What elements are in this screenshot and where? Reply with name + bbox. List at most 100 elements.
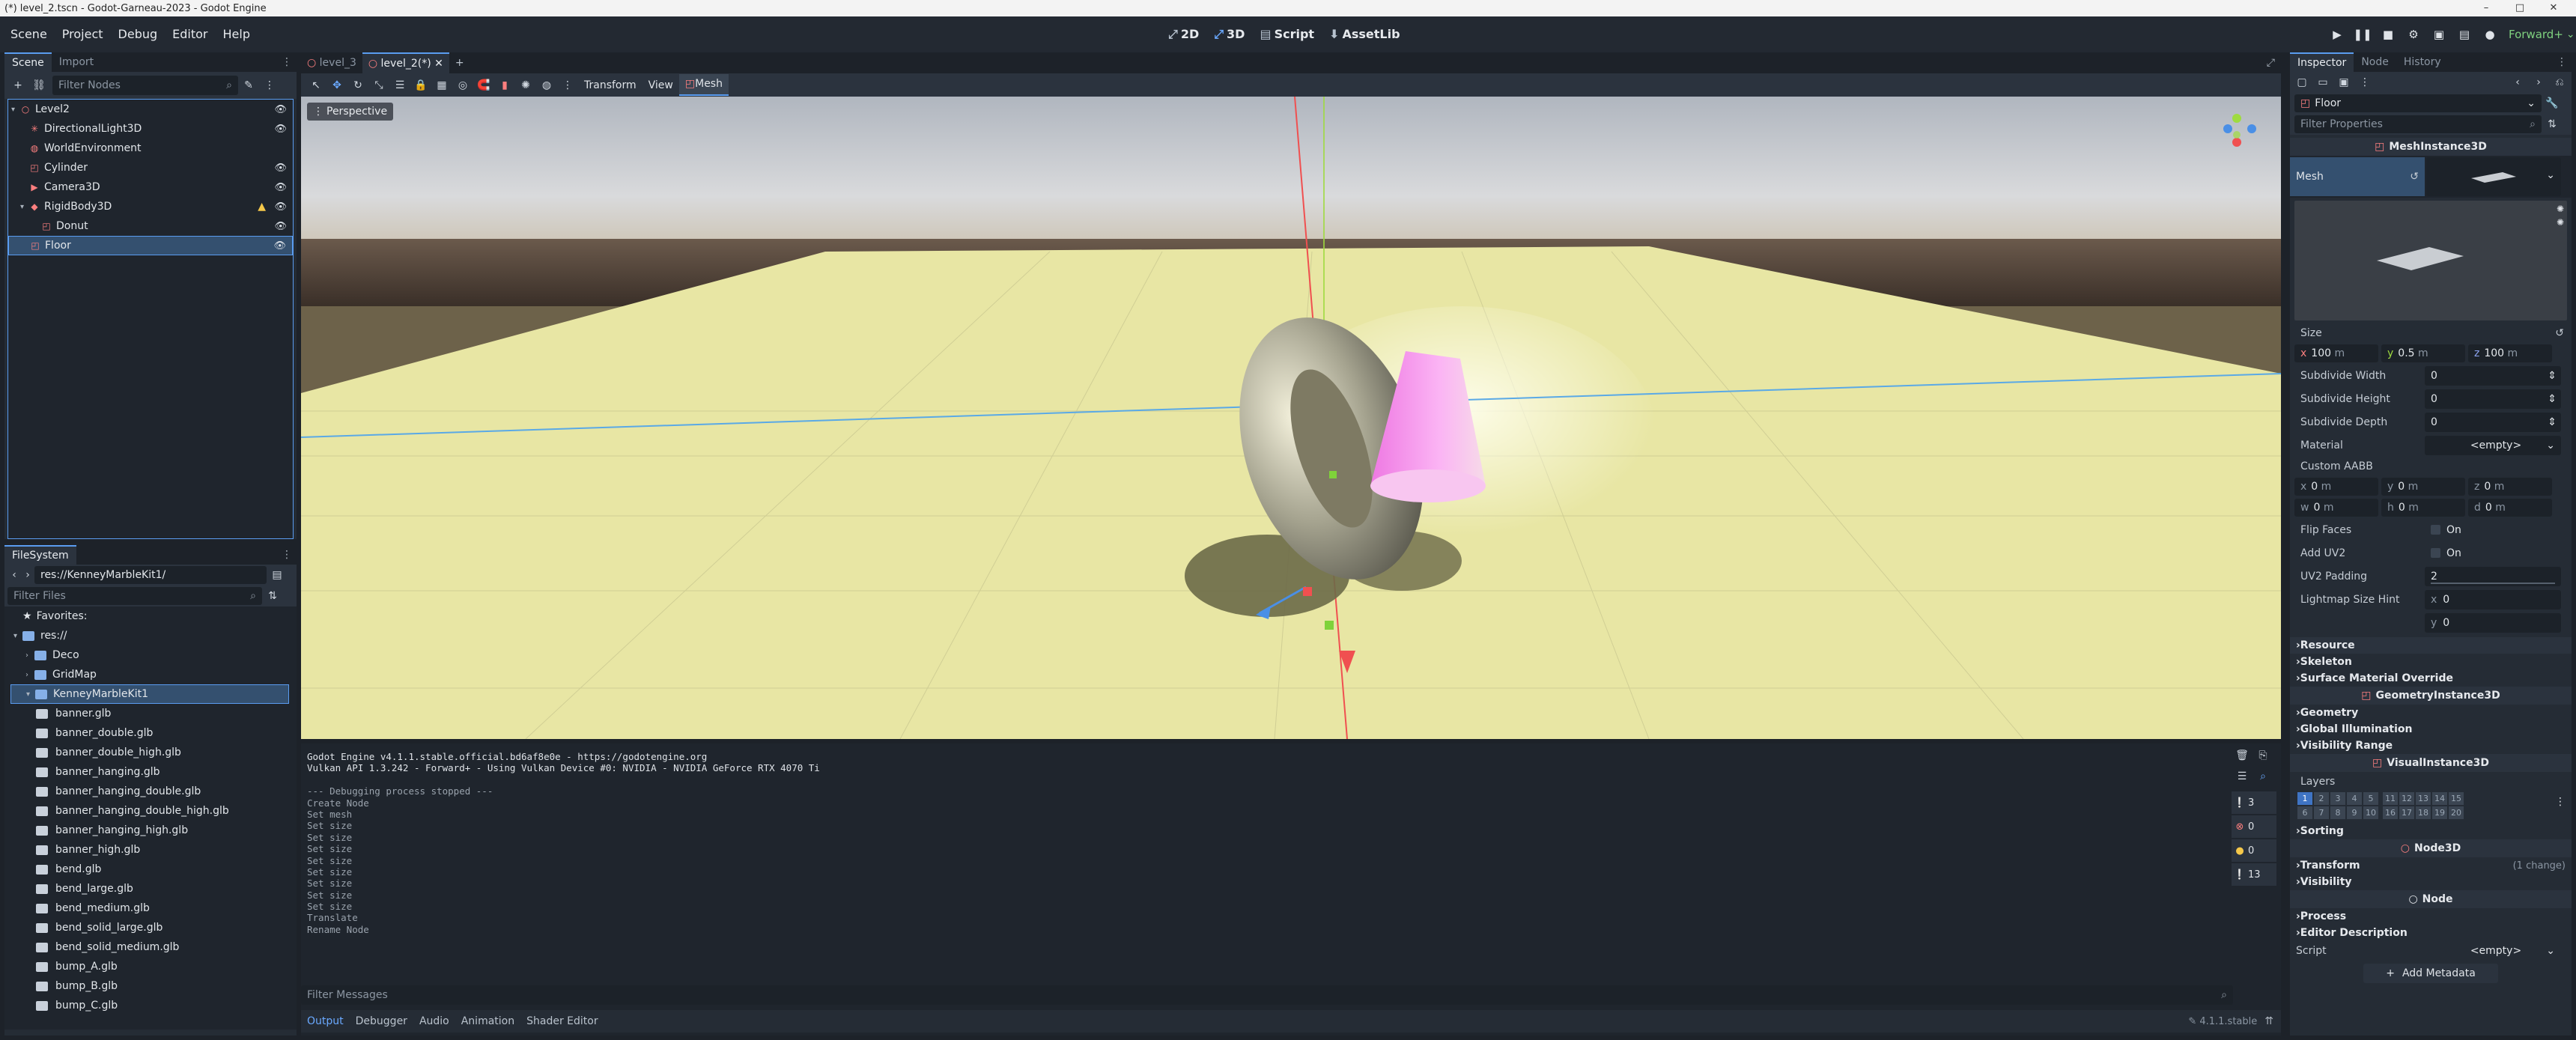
light1-icon[interactable]: ✺ bbox=[2557, 204, 2564, 214]
collapse-icon[interactable]: ▾ bbox=[11, 106, 20, 114]
section-skeleton[interactable]: › Skeleton bbox=[2290, 654, 2572, 670]
workspace-3d-button[interactable]: ⤢ 3D bbox=[1206, 16, 1252, 52]
split-view-icon[interactable]: ▤ bbox=[267, 565, 288, 586]
layer-toggle[interactable]: 13 bbox=[2416, 792, 2431, 805]
filter-properties-input[interactable]: Filter Properties ⌕ bbox=[2294, 115, 2542, 133]
file-item[interactable]: bend_large.glb bbox=[10, 879, 297, 898]
size-z-field[interactable]: z 100 m bbox=[2468, 344, 2552, 362]
folder-item-kenneymarblekit1[interactable]: ▾ KenneyMarbleKit1 bbox=[10, 684, 289, 704]
layer-toggle[interactable]: 17 bbox=[2399, 806, 2414, 819]
play-scene-icon[interactable]: ▣ bbox=[2426, 16, 2452, 52]
tab-output[interactable]: Output bbox=[301, 1012, 350, 1031]
subdivide-height-spinbox[interactable]: 0 ⇕ bbox=[2425, 389, 2561, 409]
tree-node-level2[interactable]: ▾ ○ Level2 👁 bbox=[8, 100, 293, 119]
eye-icon[interactable]: 👁 bbox=[274, 124, 287, 135]
tools-icon[interactable]: 🔧 bbox=[2542, 93, 2563, 114]
snap-icon[interactable]: 🧲 bbox=[473, 75, 494, 96]
layer-toggle[interactable]: 6 bbox=[2297, 806, 2312, 819]
file-item[interactable]: banner_high.glb bbox=[10, 840, 297, 860]
expand-icon[interactable]: › bbox=[25, 671, 34, 679]
distraction-free-icon[interactable]: ⤢ bbox=[2267, 57, 2281, 69]
material-picker[interactable]: <empty> ⌄ bbox=[2425, 435, 2561, 455]
filter-messages-input[interactable]: Filter Messages ⌕ bbox=[301, 985, 2233, 1005]
tab-shader-editor[interactable]: Shader Editor bbox=[520, 1012, 604, 1031]
file-item[interactable]: bend_medium.glb bbox=[10, 898, 297, 918]
layer-toggle[interactable]: 3 bbox=[2330, 792, 2345, 805]
tab-history[interactable]: History bbox=[2396, 52, 2449, 72]
aabb-z-field[interactable]: z0 m bbox=[2468, 478, 2552, 496]
list-select-icon[interactable]: ☰ bbox=[389, 75, 410, 96]
menu-editor[interactable]: Editor bbox=[165, 16, 215, 52]
lock-icon[interactable]: 🔒 bbox=[410, 75, 431, 96]
collapse-icon[interactable]: ▾ bbox=[13, 632, 22, 640]
camera-preview-icon[interactable]: ▮ bbox=[494, 75, 515, 96]
open-folder-icon[interactable]: ▭ bbox=[2312, 72, 2333, 93]
kebab-menu-icon[interactable]: ⋮ bbox=[2354, 72, 2375, 93]
save-icon[interactable]: ▣ bbox=[2333, 72, 2354, 93]
mesh-resource-picker[interactable]: ⌄ bbox=[2426, 157, 2561, 196]
layer-toggle[interactable]: 8 bbox=[2330, 806, 2345, 819]
section-global-illumination[interactable]: › Global Illumination bbox=[2290, 721, 2572, 738]
filter-nodes-input[interactable]: Filter Nodes ⌕ bbox=[52, 76, 238, 95]
history-back-icon[interactable]: ‹ bbox=[2507, 72, 2528, 93]
eye-icon[interactable]: 👁 bbox=[274, 221, 287, 232]
tab-inspector[interactable]: Inspector bbox=[2290, 52, 2354, 72]
filter-files-input[interactable]: Filter Files ⌕ bbox=[7, 587, 262, 605]
tab-filesystem[interactable]: FileSystem bbox=[4, 545, 76, 565]
close-tab-icon[interactable]: ✕ bbox=[434, 58, 443, 70]
warnings-filter[interactable]: ● 0 bbox=[2232, 839, 2276, 862]
layer-toggle[interactable]: 4 bbox=[2347, 792, 2362, 805]
aabb-d-field[interactable]: d0 m bbox=[2468, 499, 2552, 517]
viewport-3d[interactable]: ⋮ Perspective bbox=[301, 97, 2281, 739]
clear-icon[interactable]: 🗑 bbox=[2232, 745, 2253, 766]
section-resource[interactable]: › Resource bbox=[2290, 637, 2572, 654]
back-icon[interactable]: ‹ bbox=[7, 565, 21, 586]
perspective-menu[interactable]: ⋮ Perspective bbox=[307, 103, 394, 121]
tab-scene[interactable]: Scene bbox=[4, 52, 52, 72]
tree-node-cylinder[interactable]: ◰ Cylinder 👁 bbox=[8, 158, 293, 177]
scene-tab-level2[interactable]: ○ level_2(*) ✕ bbox=[362, 52, 449, 73]
menu-project[interactable]: Project bbox=[55, 16, 111, 52]
eye-icon[interactable]: 👁 bbox=[274, 182, 287, 193]
workspace-assetlib-button[interactable]: ⬇ AssetLib bbox=[1322, 16, 1407, 52]
add-metadata-button[interactable]: + Add Metadata bbox=[2363, 964, 2498, 983]
layer-toggle[interactable]: 9 bbox=[2347, 806, 2362, 819]
collapse-icon[interactable]: ☰ bbox=[2232, 766, 2253, 787]
kebab-menu-icon[interactable]: ⋮ bbox=[259, 75, 280, 96]
close-icon[interactable]: ✕ bbox=[2539, 0, 2569, 16]
layer-toggle[interactable]: 19 bbox=[2432, 806, 2447, 819]
scene-tab-level3[interactable]: ○ level_3 bbox=[301, 53, 362, 73]
view-menu[interactable]: View bbox=[643, 79, 679, 91]
layer-toggle[interactable]: 14 bbox=[2432, 792, 2447, 805]
file-item[interactable]: banner_hanging_double.glb bbox=[10, 782, 297, 801]
copy-icon[interactable]: ⎘ bbox=[2253, 745, 2273, 766]
transform-menu[interactable]: Transform bbox=[578, 79, 643, 91]
revert-icon[interactable]: ↺ bbox=[2410, 171, 2419, 183]
object-history-icon[interactable]: ⎌ bbox=[2549, 72, 2570, 93]
info-filter[interactable]: ❕ 13 bbox=[2232, 863, 2276, 886]
res-root-item[interactable]: ▾ res:// bbox=[10, 626, 297, 645]
tree-node-rigidbody3d[interactable]: ▾ ◆ RigidBody3D ▲ 👁 bbox=[8, 197, 293, 216]
tree-node-camera3d[interactable]: ▶ Camera3D 👁 bbox=[8, 177, 293, 197]
script-attach-icon[interactable]: ✎ bbox=[238, 75, 259, 96]
maximize-icon[interactable]: □ bbox=[2505, 0, 2535, 16]
expand-panel-icon[interactable]: ⇈ bbox=[2257, 1015, 2281, 1027]
eye-icon[interactable]: 👁 bbox=[274, 104, 287, 115]
pause-icon[interactable]: ❚❚ bbox=[2350, 16, 2375, 52]
play-custom-scene-icon[interactable]: ▤ bbox=[2452, 16, 2477, 52]
remote-debug-icon[interactable]: ⚙ bbox=[2401, 16, 2426, 52]
kebab-menu-icon[interactable]: ⋮ bbox=[557, 75, 578, 96]
file-item[interactable]: banner_double.glb bbox=[10, 723, 297, 743]
layer-toggle[interactable]: 7 bbox=[2314, 806, 2329, 819]
search-icon[interactable]: ⌕ bbox=[2253, 766, 2273, 787]
minimize-icon[interactable]: – bbox=[2471, 0, 2501, 16]
workspace-script-button[interactable]: ▤ Script bbox=[1252, 16, 1322, 52]
tree-node-floor[interactable]: ◰ Floor 👁 bbox=[8, 236, 293, 255]
local-space-icon[interactable]: ◎ bbox=[452, 75, 473, 96]
revert-icon[interactable]: ↺ bbox=[2555, 327, 2564, 339]
section-surface-material-override[interactable]: › Surface Material Override bbox=[2290, 670, 2572, 687]
aabb-w-field[interactable]: w0 m bbox=[2294, 499, 2378, 517]
expand-icon[interactable]: › bbox=[25, 651, 34, 660]
mesh-menu[interactable]: ◰Mesh bbox=[678, 74, 729, 96]
forward-icon[interactable]: › bbox=[21, 565, 34, 586]
